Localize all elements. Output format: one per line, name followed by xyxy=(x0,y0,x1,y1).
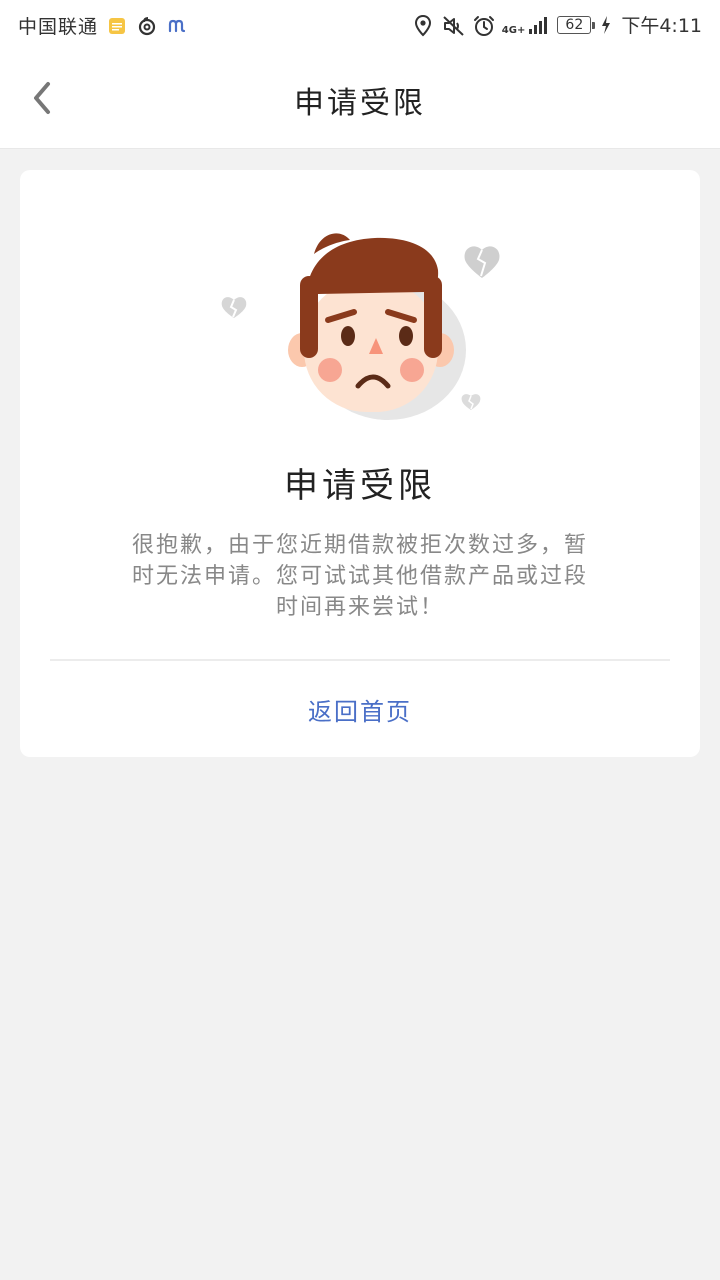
network-type-label: 4G+ xyxy=(501,24,526,36)
app-header: 申请受限 xyxy=(0,50,720,149)
location-pin-icon xyxy=(412,14,434,36)
sad-face-illustration xyxy=(210,220,510,430)
signal-bars-icon xyxy=(529,16,548,34)
broken-heart-icon xyxy=(221,297,247,318)
broken-heart-icon xyxy=(461,394,481,410)
netease-music-icon xyxy=(136,15,158,37)
notes-app-icon xyxy=(106,15,128,37)
restriction-card: 申请受限 很抱歉，由于您近期借款被拒次数过多，暂时无法申请。您可试试其他借款产品… xyxy=(20,170,700,757)
charging-bolt-icon xyxy=(599,14,613,36)
speaker-muted-icon xyxy=(442,14,464,36)
m-app-icon xyxy=(166,15,188,37)
carrier-label: 中国联通 xyxy=(18,16,99,38)
divider xyxy=(50,659,670,661)
alarm-clock-icon xyxy=(472,14,494,36)
status-right: 4G+ 62 下午4:11 xyxy=(412,11,702,38)
restriction-message: 很抱歉，由于您近期借款被拒次数过多，暂时无法申请。您可试试其他借款产品或过段时间… xyxy=(131,533,588,620)
network-indicator: 4G+ xyxy=(502,14,550,36)
broken-heart-icon xyxy=(464,246,500,278)
status-left: 中国联通 xyxy=(18,12,188,39)
card-title: 申请受限 xyxy=(284,466,436,506)
clock-label: 下午4:11 xyxy=(621,15,702,37)
status-bar: 中国联通 4G+ 62 下午4:11 xyxy=(0,0,720,50)
page-title: 申请受限 xyxy=(294,86,426,121)
return-home-link[interactable]: 返回首页 xyxy=(20,692,700,727)
battery-indicator: 62 xyxy=(557,15,596,34)
